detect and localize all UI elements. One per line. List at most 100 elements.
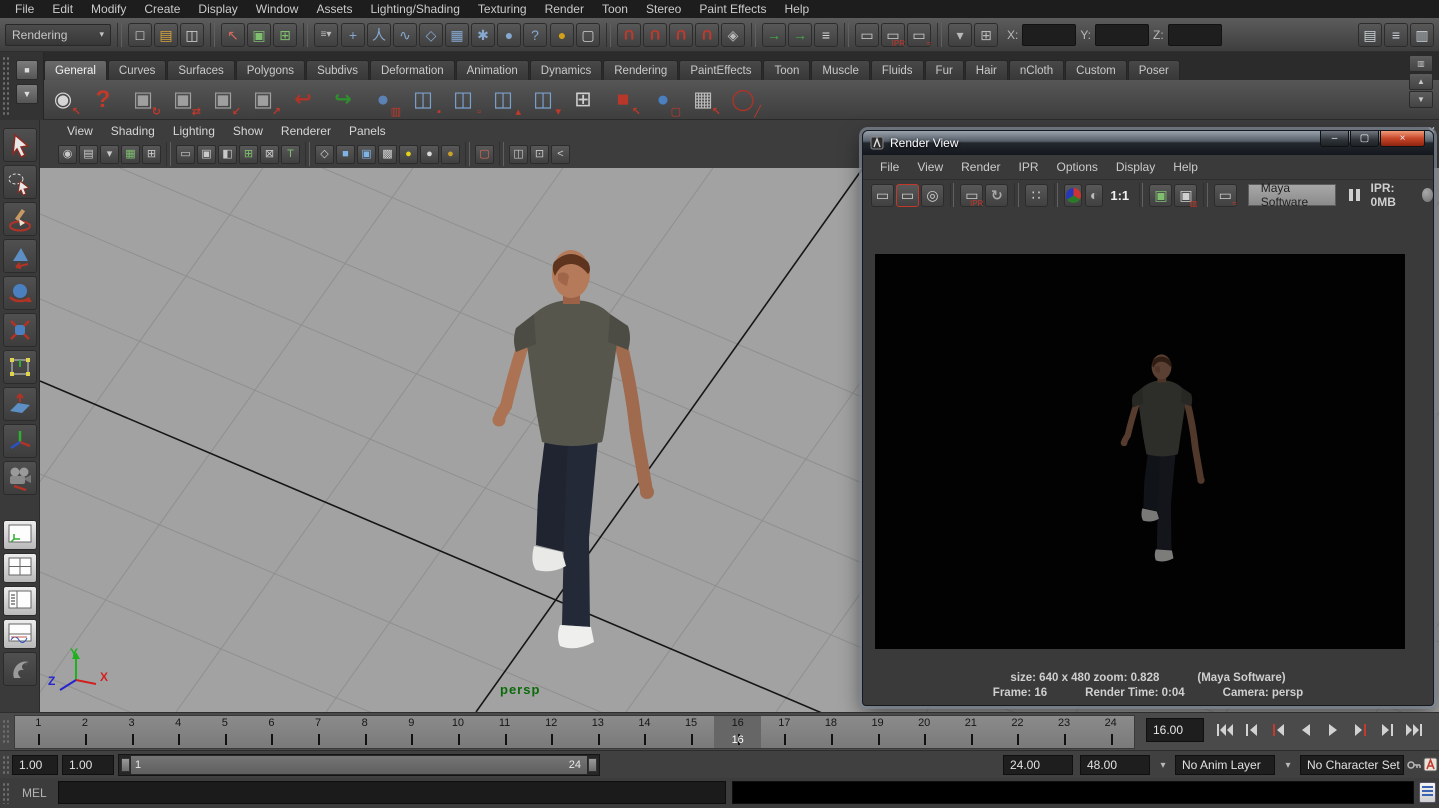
shelf-tab[interactable]: Polygons [236, 60, 305, 80]
go-to-end-button[interactable] [1401, 718, 1426, 742]
make-live-icon[interactable]: ◈ [721, 23, 745, 47]
x-coordinate-input[interactable] [1022, 24, 1076, 46]
film-gate-icon[interactable]: ▭ [176, 145, 195, 164]
lighting-flat-icon[interactable]: ● [441, 145, 460, 164]
highlight-selection-icon[interactable]: ▢ [576, 23, 600, 47]
camera-attributes-icon[interactable]: ▤ [79, 145, 98, 164]
script-editor-icon[interactable] [1419, 782, 1436, 803]
shelf-tab[interactable]: PaintEffects [679, 60, 762, 80]
shelf-tab[interactable]: nCloth [1009, 60, 1064, 80]
render-view-menu-item[interactable]: File [871, 160, 908, 174]
input-connections-icon[interactable]: → [762, 23, 786, 47]
lasso-tool-button[interactable] [3, 165, 37, 199]
playback-end-field[interactable]: 24.00 [1003, 755, 1073, 775]
redo-view-change-icon[interactable]: ↪ [328, 85, 358, 115]
hypergraph-layout-button[interactable] [3, 652, 37, 686]
zoom-camera-icon[interactable]: ▣↗ [248, 85, 278, 115]
timeline-frame[interactable]: 14 14 [621, 716, 668, 748]
go-to-start-button[interactable] [1212, 718, 1237, 742]
range-start-handle[interactable] [121, 758, 130, 772]
timeline-grip[interactable] [2, 719, 10, 744]
shelf-tab[interactable]: Deformation [370, 60, 455, 80]
timeline-frame[interactable]: 1 1 [15, 716, 62, 748]
2d-pan-zoom-icon[interactable]: ⊞ [142, 145, 161, 164]
symmetry-options-icon[interactable]: ≡▾ [314, 23, 338, 47]
range-grip[interactable] [2, 755, 10, 774]
snap-to-grids-icon[interactable]: U [617, 23, 641, 47]
frame-ruler[interactable]: 1 1 2 2 3 3 4 [14, 715, 1135, 749]
four-pane-layout-button[interactable] [3, 553, 37, 583]
menu-item[interactable]: Modify [82, 2, 135, 16]
character-model[interactable] [470, 240, 670, 670]
isolate-select-icon[interactable]: ◫ [509, 145, 528, 164]
shelf-tab[interactable]: Rendering [603, 60, 678, 80]
minimize-button[interactable]: – [1320, 131, 1349, 147]
shelf-scroll-down-icon[interactable]: ▼ [1409, 91, 1433, 108]
command-line-grip[interactable] [2, 782, 10, 804]
ipr-render-icon[interactable]: ▭IPR [881, 23, 905, 47]
viewport-menu-item[interactable]: Panels [340, 124, 395, 138]
single-pane-layout-button[interactable] [3, 520, 37, 550]
timeline-frame[interactable]: 16 16 [714, 716, 761, 748]
field-chart-icon[interactable]: ⊞ [239, 145, 258, 164]
align-objects-icon[interactable]: ●▢ [648, 85, 678, 115]
character-set-dropdown-icon[interactable]: ▾ [1280, 757, 1296, 773]
real-size-button[interactable]: 1:1 [1106, 188, 1133, 203]
paint-effects-brush-icon[interactable]: ◯╱ [728, 85, 758, 115]
menu-item[interactable]: Create [135, 2, 189, 16]
timeline-frame[interactable]: 18 18 [808, 716, 855, 748]
show-manipulator-tool-button[interactable] [3, 424, 37, 458]
menu-item[interactable]: Assets [307, 2, 361, 16]
playblast-icon[interactable]: ◉↖ [48, 85, 78, 115]
menu-item[interactable]: Toon [593, 2, 637, 16]
snap-to-points-icon[interactable]: U [669, 23, 693, 47]
shelf-tab[interactable]: Toon [763, 60, 810, 80]
rotate-tool-button[interactable] [3, 276, 37, 310]
character-set-field[interactable]: No Character Set [1300, 755, 1404, 775]
output-connections-icon[interactable]: → [788, 23, 812, 47]
snapshot-icon[interactable]: ◎ [921, 184, 944, 207]
gate-mask-icon[interactable]: ◧ [218, 145, 237, 164]
timeline-frame[interactable]: 3 3 [108, 716, 155, 748]
pause-ipr-icon[interactable] [1349, 189, 1360, 201]
timeline-frame[interactable]: 2 2 [62, 716, 109, 748]
absolute-transform-icon[interactable]: ⊞ [974, 23, 998, 47]
step-back-key-button[interactable] [1266, 718, 1291, 742]
boolean-union-icon[interactable]: ▦↖ [688, 85, 718, 115]
play-backwards-button[interactable] [1293, 718, 1318, 742]
shelf-dropdown-button[interactable]: ▼ [16, 84, 38, 104]
ipr-render-icon[interactable]: ▭IPR [960, 184, 983, 207]
render-region-icon[interactable]: ∷ [1025, 184, 1048, 207]
use-default-material-icon[interactable]: ▩ [378, 145, 397, 164]
timeline-frame[interactable]: 10 10 [435, 716, 482, 748]
auto-keyframe-icon[interactable] [1423, 757, 1438, 772]
menu-item[interactable]: Texturing [469, 2, 536, 16]
tumble-camera-icon[interactable]: ▣↻ [128, 85, 158, 115]
unparent-icon[interactable]: ◫▫ [448, 85, 478, 115]
timeline-frame[interactable]: 12 12 [528, 716, 575, 748]
xray-icon[interactable]: ⊡ [530, 145, 549, 164]
track-camera-icon[interactable]: ▣⇄ [168, 85, 198, 115]
range-slider-track[interactable]: 1 24 [118, 754, 600, 776]
mel-command-input[interactable] [58, 781, 726, 804]
snap-together-icon[interactable]: ■↖ [608, 85, 638, 115]
timeline-frame[interactable]: 24 24 [1087, 716, 1134, 748]
list-input-operations-icon[interactable]: ≡ [814, 23, 838, 47]
lighting-selected-icon[interactable]: ● [420, 145, 439, 164]
select-tool-button[interactable] [3, 128, 37, 162]
display-alpha-channel-icon[interactable]: ◐ [1085, 184, 1103, 207]
menu-item[interactable]: Render [536, 2, 593, 16]
z-coordinate-input[interactable] [1168, 24, 1222, 46]
channel-box-icon[interactable]: ▥ [1410, 23, 1434, 47]
shelf-tab[interactable]: Fluids [871, 60, 924, 80]
timeline-frame[interactable]: 6 6 [248, 716, 295, 748]
menu-item[interactable]: Help [776, 2, 819, 16]
select-camera-icon[interactable]: ◉ [58, 145, 77, 164]
shelf-scroll-up-icon[interactable]: ▲ [1409, 73, 1433, 90]
renderer-selector[interactable]: Maya Software [1248, 184, 1336, 206]
shelf-tab[interactable]: Animation [456, 60, 529, 80]
render-view-menu-item[interactable]: Options [1048, 160, 1107, 174]
shelf-tab[interactable]: General [44, 60, 107, 80]
timeline-frame[interactable]: 19 19 [854, 716, 901, 748]
select-by-component-icon[interactable]: ⊞ [273, 23, 297, 47]
